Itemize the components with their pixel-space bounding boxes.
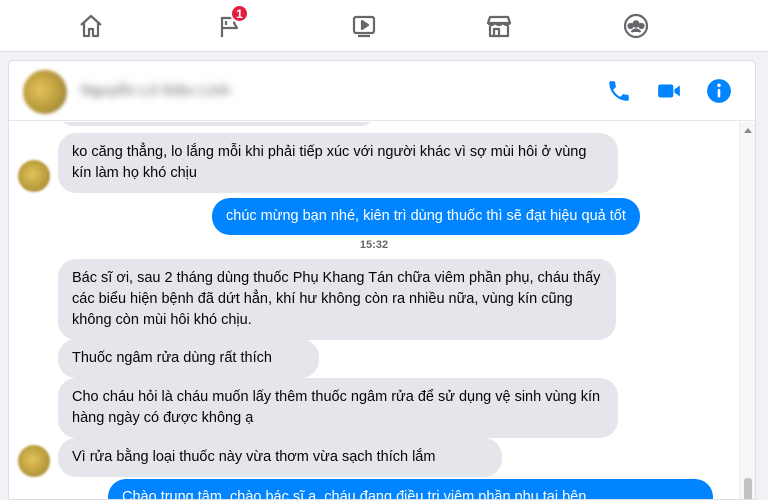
messenger-window: 1 Nguyễn Lê Diệu Linh ko căng thẳng, lo … <box>0 0 768 500</box>
scrollbar[interactable] <box>739 122 755 499</box>
scroll-up-arrow-icon[interactable] <box>744 128 752 133</box>
message-incoming: Bác sĩ ơi, sau 2 tháng dùng thuốc Phụ Kh… <box>58 259 616 340</box>
phone-icon[interactable] <box>603 75 635 107</box>
chat-panel: Nguyễn Lê Diệu Linh ko căng thẳng, lo lắ… <box>8 60 756 500</box>
contact-avatar-small[interactable] <box>18 160 50 192</box>
flag-icon[interactable]: 1 <box>212 4 249 44</box>
chat-header: Nguyễn Lê Diệu Linh <box>9 61 755 121</box>
contact-avatar[interactable] <box>23 70 67 114</box>
scrollbar-thumb[interactable] <box>744 478 752 499</box>
message-incoming: ko căng thẳng, lo lắng mỗi khi phải tiếp… <box>58 133 618 193</box>
home-icon[interactable] <box>73 8 109 44</box>
groups-icon[interactable] <box>618 8 654 44</box>
message-incoming: Cho cháu hỏi là cháu muốn lấy thêm thuốc… <box>58 378 618 438</box>
watch-icon[interactable] <box>346 8 382 44</box>
contact-avatar-small[interactable] <box>18 445 50 477</box>
info-icon[interactable] <box>703 75 735 107</box>
message-outgoing: Chào trung tâm, chào bác sĩ ạ, cháu đang… <box>108 479 713 499</box>
video-call-icon[interactable] <box>653 75 685 107</box>
message-outgoing: chúc mừng bạn nhé, kiên trì dùng thuốc t… <box>212 198 640 235</box>
marketplace-icon[interactable] <box>481 8 517 44</box>
contact-name[interactable]: Nguyễn Lê Diệu Linh <box>81 82 230 99</box>
message-bubble-partial <box>58 122 376 126</box>
message-timestamp: 15:32 <box>359 239 389 251</box>
notification-badge: 1 <box>230 4 249 23</box>
message-incoming: Vì rửa bằng loại thuốc này vừa thơm vừa … <box>58 438 502 477</box>
message-list: ko căng thẳng, lo lắng mỗi khi phải tiếp… <box>9 122 739 499</box>
top-navigation-bar: 1 <box>0 0 768 52</box>
message-incoming: Thuốc ngâm rửa dùng rất thích <box>58 339 319 378</box>
